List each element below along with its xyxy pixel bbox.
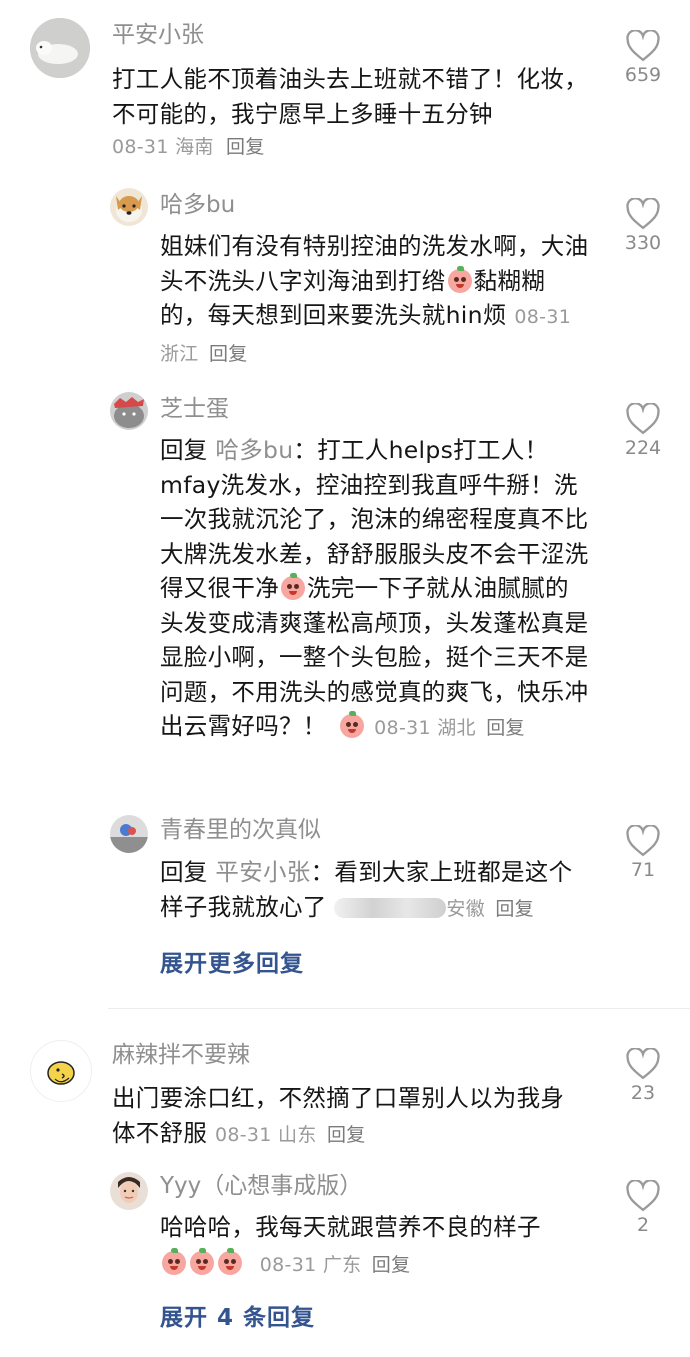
peach-face-emoji-icon bbox=[447, 265, 472, 293]
comment-region: 山东 bbox=[278, 1123, 317, 1146]
like-button[interactable]: 224 bbox=[615, 403, 671, 459]
commenter-name[interactable]: 麻辣拌不要辣 bbox=[112, 1040, 250, 1070]
like-count: 659 bbox=[624, 64, 662, 86]
reply-region: 浙江 bbox=[160, 342, 199, 365]
reply-text: 回复 平安小张：看到大家上班都是这个样子我就放心了 安徽 回复 bbox=[160, 855, 590, 926]
like-count: 224 bbox=[624, 437, 662, 459]
reply-button[interactable]: 回复 bbox=[226, 136, 265, 158]
like-button[interactable]: 2 bbox=[615, 1180, 671, 1236]
avatar[interactable] bbox=[30, 1040, 92, 1102]
heart-outline-icon bbox=[626, 1180, 660, 1212]
comment-date: 08-31 bbox=[214, 1123, 272, 1146]
expand-more-replies-link[interactable]: 展开更多回复 bbox=[160, 944, 304, 978]
avatar[interactable] bbox=[110, 1172, 148, 1210]
reply-button[interactable]: 回复 bbox=[327, 1124, 366, 1146]
avatar[interactable] bbox=[110, 188, 148, 226]
reply-text: 回复 哈多bu：打工人helps打工人！mfay洗发水，控油控到我直呼牛掰！洗一… bbox=[160, 433, 590, 746]
commenter-name[interactable]: 芝士蛋 bbox=[160, 394, 229, 424]
reply-text: 哈哈哈，我每天就跟营养不良的样子 08-31 广东 回复 bbox=[160, 1210, 600, 1283]
comment-body: 打工人能不顶着油头去上班就不错了！化妆，不可能的，我宁愿早上多睡十五分钟 bbox=[112, 65, 588, 128]
like-count: 23 bbox=[630, 1082, 656, 1104]
reply-region: 广东 bbox=[322, 1253, 362, 1276]
avatar[interactable] bbox=[110, 815, 148, 853]
comment-text: 出门要涂口红，不然摘了口罩别人以为我身体不舒服 08-31 山东 回复 bbox=[112, 1081, 582, 1152]
reply-to-user-link[interactable]: 哈多bu bbox=[215, 436, 293, 464]
reply-body: 哈哈哈，我每天就跟营养不良的样子 bbox=[160, 1213, 541, 1241]
reply-prefix: 回复 bbox=[160, 858, 208, 886]
avatar[interactable] bbox=[30, 18, 90, 78]
comment-text: 打工人能不顶着油头去上班就不错了！化妆，不可能的，我宁愿早上多睡十五分钟 08-… bbox=[112, 62, 602, 162]
heart-outline-icon bbox=[626, 30, 660, 62]
reply-date: 08-31 bbox=[374, 717, 431, 739]
reply-meta: 08-31 广东 回复 bbox=[260, 1254, 411, 1276]
reply-button[interactable]: 回复 bbox=[372, 1254, 411, 1276]
reply-date: 08-31 bbox=[514, 306, 572, 328]
comment-meta: 08-31 山东 回复 bbox=[215, 1124, 366, 1146]
like-count: 2 bbox=[636, 1214, 650, 1236]
commenter-name[interactable]: Yyy（心想事成版） bbox=[160, 1171, 362, 1201]
like-button[interactable]: 659 bbox=[615, 30, 671, 86]
reply-button[interactable]: 回复 bbox=[495, 898, 534, 920]
like-count: 330 bbox=[624, 232, 662, 254]
reply-to-user-link[interactable]: 平安小张 bbox=[215, 858, 310, 886]
heart-outline-icon bbox=[626, 198, 660, 230]
heart-outline-icon bbox=[626, 825, 660, 857]
reply-region: 安徽 bbox=[446, 897, 485, 920]
reply-date: 08-31 bbox=[259, 1253, 317, 1276]
commenter-name[interactable]: 哈多bu bbox=[160, 190, 235, 220]
divider bbox=[108, 1008, 690, 1009]
avatar[interactable] bbox=[110, 392, 148, 430]
peach-face-emoji-icon bbox=[190, 1247, 214, 1275]
reply-meta: 08-31 湖北 回复 bbox=[374, 717, 525, 739]
comment-date: 08-31 bbox=[112, 136, 169, 158]
like-button[interactable]: 71 bbox=[615, 825, 671, 881]
commenter-name[interactable]: 平安小张 bbox=[112, 20, 204, 50]
peach-face-emoji-icon bbox=[218, 1247, 242, 1275]
reply-text: 姐妹们有没有特别控油的洗发水啊，大油头不洗头八字刘海油到打绺 黏糊糊的，每天想到回… bbox=[160, 229, 590, 371]
comment-region: 海南 bbox=[175, 136, 214, 158]
reply-button[interactable]: 回复 bbox=[209, 343, 248, 365]
like-button[interactable]: 23 bbox=[615, 1048, 671, 1104]
peach-face-emoji-icon bbox=[162, 1247, 186, 1275]
comment-meta: 08-31 海南 回复 bbox=[112, 132, 602, 162]
like-count: 71 bbox=[630, 859, 656, 881]
peach-face-emoji-icon bbox=[281, 573, 305, 600]
reply-button[interactable]: 回复 bbox=[486, 717, 525, 739]
heart-outline-icon bbox=[626, 403, 660, 435]
heart-outline-icon bbox=[626, 1048, 660, 1080]
reply-footer: 08-31 广东 回复 bbox=[160, 1245, 600, 1283]
redacted-date bbox=[334, 897, 447, 918]
like-button[interactable]: 330 bbox=[615, 198, 671, 254]
commenter-name[interactable]: 青春里的次真似 bbox=[160, 815, 321, 845]
reply-prefix: 回复 bbox=[160, 436, 208, 464]
peach-face-emoji-icon bbox=[340, 711, 365, 738]
reply-meta: 安徽 回复 bbox=[334, 897, 534, 920]
expand-replies-link[interactable]: 展开 4 条回复 bbox=[160, 1298, 315, 1332]
reply-region: 湖北 bbox=[437, 717, 476, 739]
